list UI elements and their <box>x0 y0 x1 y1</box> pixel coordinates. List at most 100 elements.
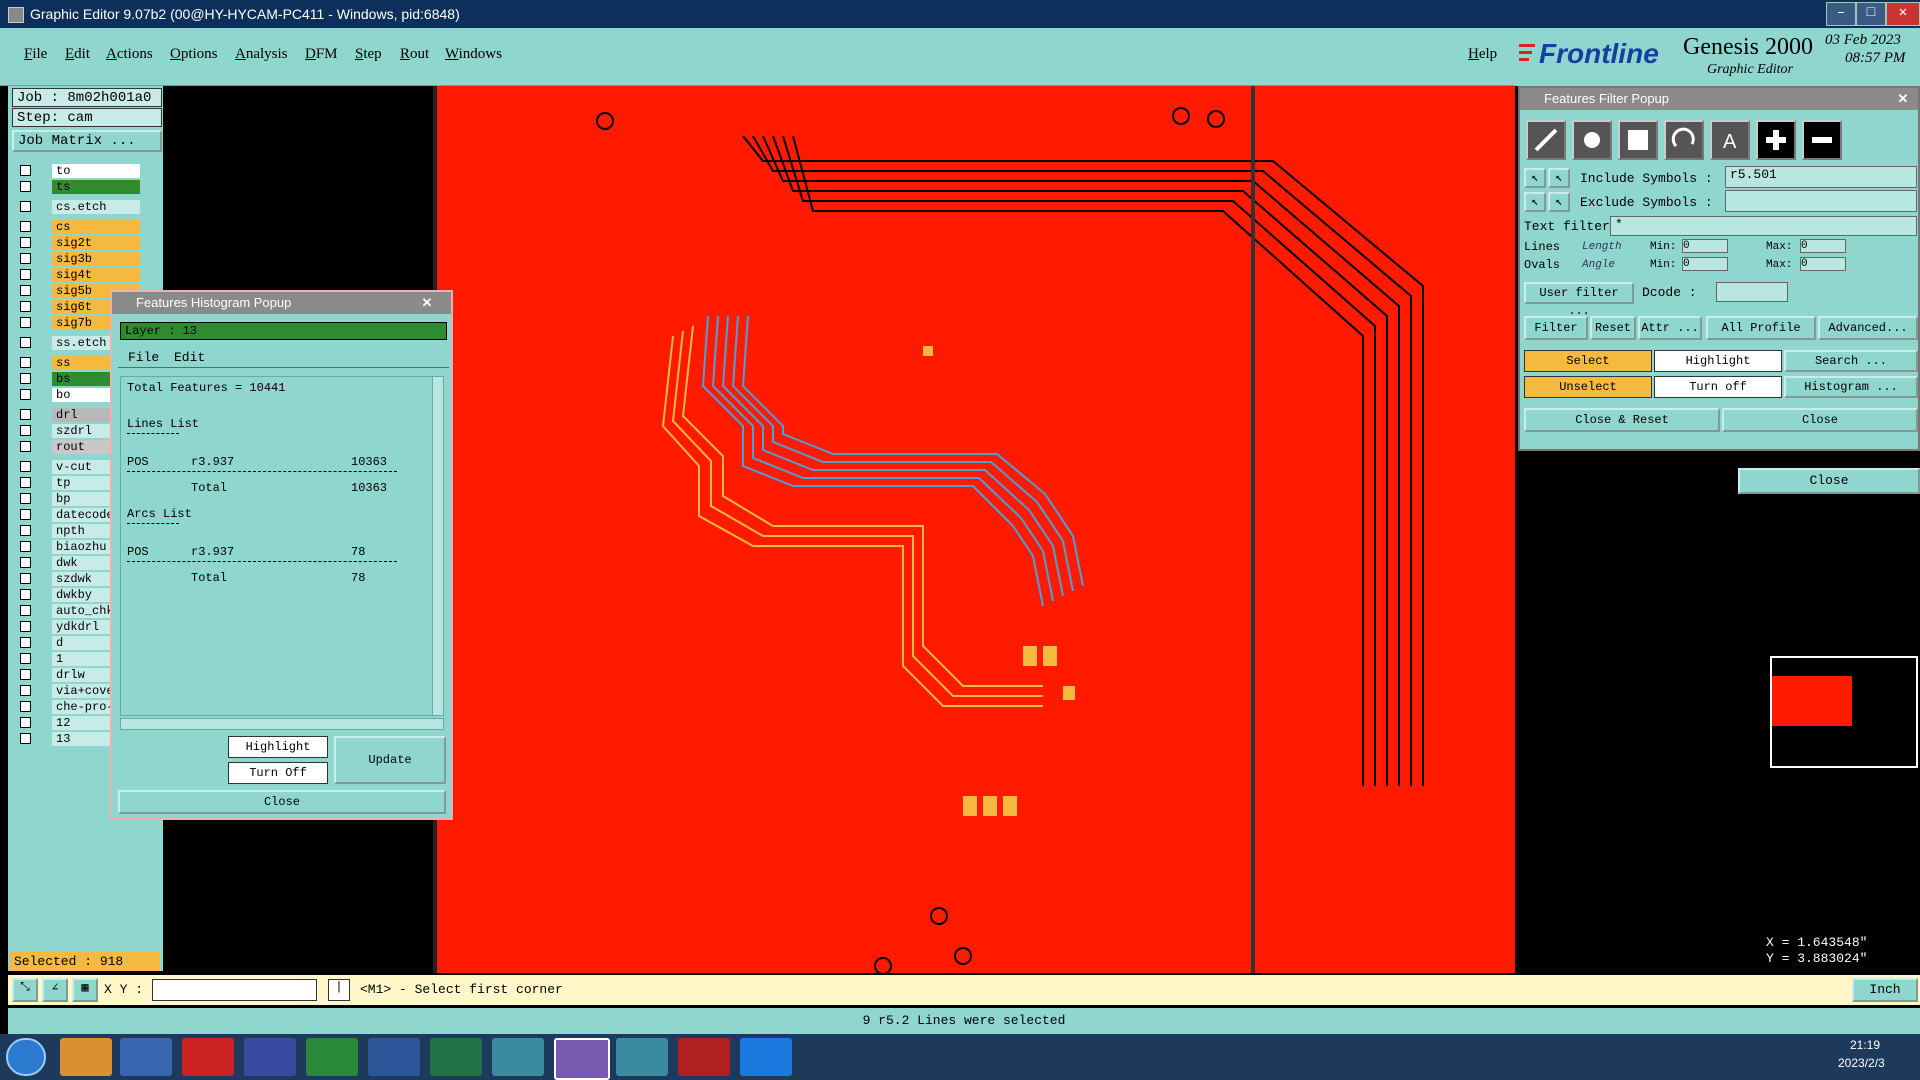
include-wizard-icon[interactable]: ↖ <box>1524 168 1546 188</box>
menu-file[interactable]: File <box>24 46 47 63</box>
unit-select[interactable]: Inch <box>1852 978 1918 1002</box>
angle-checkbox[interactable]: Angle <box>1582 259 1615 271</box>
layer-checkbox[interactable] <box>20 493 31 504</box>
menu-windows[interactable]: Windows <box>445 46 502 63</box>
surface-tool-icon[interactable] <box>1618 120 1658 160</box>
text-tool-icon[interactable]: A <box>1710 120 1750 160</box>
layer-checkbox[interactable] <box>20 589 31 600</box>
user-filter-button[interactable]: User filter ... <box>1524 282 1634 318</box>
layer-checkbox[interactable] <box>20 733 31 744</box>
histogram-vscrollbar[interactable] <box>432 376 444 716</box>
green-app-icon[interactable] <box>306 1038 358 1076</box>
zoom-window-icon[interactable]: ⤡ <box>12 978 38 1002</box>
histogram-close-icon[interactable]: ✕ <box>412 292 442 314</box>
profile-select[interactable]: All Profile <box>1706 316 1816 340</box>
unselect-button[interactable]: Unselect <box>1524 376 1652 398</box>
layer-checkbox[interactable] <box>20 717 31 728</box>
ovals-checkbox[interactable]: Ovals <box>1524 258 1560 272</box>
word-app-icon[interactable] <box>368 1038 420 1076</box>
cursor-icon[interactable]: | <box>328 979 350 1001</box>
include-pick-icon[interactable]: ↖ <box>1548 168 1570 188</box>
maximize-button[interactable]: □ <box>1856 2 1886 26</box>
excel-app-icon[interactable] <box>430 1038 482 1076</box>
lines-checkbox[interactable]: Lines <box>1524 240 1560 254</box>
filter-highlight-button[interactable]: Highlight <box>1654 350 1782 372</box>
layer-row[interactable]: cs <box>14 220 140 234</box>
menu-actions[interactable]: Actions <box>106 46 153 63</box>
filter-turnoff-button[interactable]: Turn off <box>1654 376 1782 398</box>
attr-button[interactable]: Attr ... <box>1638 316 1702 340</box>
layer-checkbox[interactable] <box>20 181 31 192</box>
pdf-app-icon[interactable] <box>678 1038 730 1076</box>
start-button-icon[interactable] <box>6 1038 46 1076</box>
eye2-app-icon[interactable] <box>616 1038 668 1076</box>
filter-close-button[interactable]: Close <box>1722 408 1918 432</box>
histogram-turnoff-button[interactable]: Turn Off <box>228 762 328 784</box>
layer-row[interactable]: sig3b <box>14 252 140 266</box>
layer-checkbox[interactable] <box>20 389 31 400</box>
layer-checkbox[interactable] <box>20 409 31 420</box>
grid-icon[interactable]: ▦ <box>72 978 98 1002</box>
shell-app-icon[interactable] <box>60 1038 112 1076</box>
layer-name[interactable]: to <box>52 164 140 178</box>
layer-checkbox[interactable] <box>20 317 31 328</box>
layer-checkbox[interactable] <box>20 621 31 632</box>
histogram-highlight-button[interactable]: Highlight <box>228 736 328 758</box>
layer-checkbox[interactable] <box>20 425 31 436</box>
layer-checkbox[interactable] <box>20 237 31 248</box>
length-min-input[interactable]: 0 <box>1682 239 1728 253</box>
layer-checkbox[interactable] <box>20 637 31 648</box>
close-window-button[interactable]: ✕ <box>1886 2 1920 26</box>
feiq-app-icon[interactable] <box>740 1038 792 1076</box>
layer-row[interactable]: sig4t <box>14 268 140 282</box>
genesis-app-icon[interactable] <box>554 1038 610 1080</box>
eye-app-icon[interactable] <box>492 1038 544 1076</box>
reset-button[interactable]: Reset <box>1590 316 1636 340</box>
advanced-button[interactable]: Advanced... <box>1818 316 1918 340</box>
histogram-menu-edit[interactable]: Edit <box>174 350 205 365</box>
layer-name[interactable]: cs <box>52 220 140 234</box>
layer-checkbox[interactable] <box>20 669 31 680</box>
layer-row[interactable]: ts <box>14 180 140 194</box>
filter-close-icon[interactable]: ✕ <box>1890 88 1916 110</box>
filter-button[interactable]: Filter <box>1524 316 1588 340</box>
angle-min-input[interactable]: 0 <box>1682 257 1728 271</box>
outer-close-button[interactable]: Close <box>1738 468 1920 494</box>
select-button[interactable]: Select <box>1524 350 1652 372</box>
layer-checkbox[interactable] <box>20 165 31 176</box>
search-button[interactable]: Search ... <box>1784 350 1918 372</box>
layer-checkbox[interactable] <box>20 541 31 552</box>
positive-polarity-icon[interactable] <box>1756 120 1796 160</box>
negative-polarity-icon[interactable] <box>1802 120 1842 160</box>
layer-checkbox[interactable] <box>20 441 31 452</box>
layer-checkbox[interactable] <box>20 701 31 712</box>
layer-checkbox[interactable] <box>20 285 31 296</box>
angle-max-input[interactable]: 0 <box>1800 257 1846 271</box>
layer-checkbox[interactable] <box>20 653 31 664</box>
menu-help[interactable]: Help <box>1468 46 1497 63</box>
layer-checkbox[interactable] <box>20 301 31 312</box>
histogram-update-button[interactable]: Update <box>334 736 446 784</box>
layer-name[interactable]: cs.etch <box>52 200 140 214</box>
layer-checkbox[interactable] <box>20 337 31 348</box>
layer-row[interactable]: to <box>14 164 140 178</box>
histogram-hscrollbar[interactable] <box>120 718 444 730</box>
layer-row[interactable]: sig2t <box>14 236 140 250</box>
layer-checkbox[interactable] <box>20 201 31 212</box>
pad-tool-icon[interactable] <box>1572 120 1612 160</box>
length-max-input[interactable]: 0 <box>1800 239 1846 253</box>
layer-name[interactable]: sig3b <box>52 252 140 266</box>
notepad-app-icon[interactable] <box>120 1038 172 1076</box>
menu-analysis[interactable]: Analysis <box>235 46 288 63</box>
menu-step[interactable]: Step <box>355 46 382 63</box>
arc-tool-icon[interactable] <box>1664 120 1704 160</box>
text-filter-input[interactable]: * <box>1610 216 1917 236</box>
exclude-symbols-input[interactable] <box>1725 190 1917 212</box>
layer-checkbox[interactable] <box>20 605 31 616</box>
red-app-icon[interactable] <box>182 1038 234 1076</box>
layer-checkbox[interactable] <box>20 373 31 384</box>
overview-map[interactable] <box>1770 656 1918 768</box>
dcode-input[interactable] <box>1716 282 1788 302</box>
layer-checkbox[interactable] <box>20 357 31 368</box>
menu-edit[interactable]: Edit <box>65 46 90 63</box>
